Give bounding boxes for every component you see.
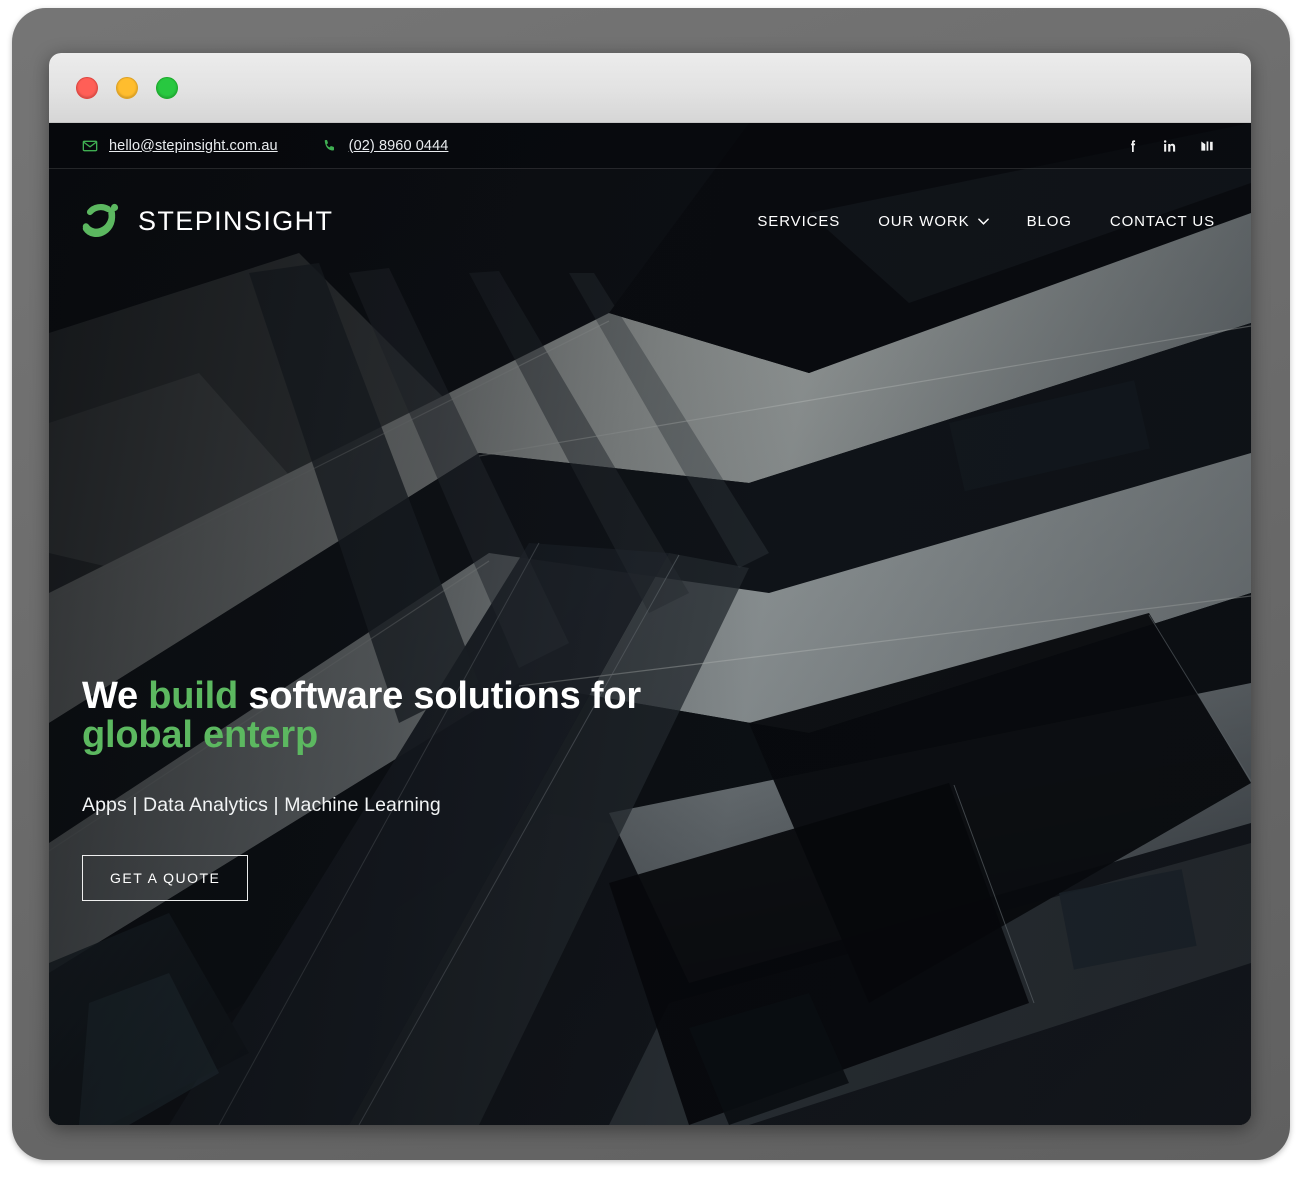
page-viewport: hello@stepinsight.com.au (02) 8960 0444 bbox=[49, 123, 1251, 1125]
nav-item-services-label: SERVICES bbox=[757, 212, 841, 230]
browser-window: hello@stepinsight.com.au (02) 8960 0444 bbox=[49, 53, 1251, 1125]
brand-name-text: STEPINSIGHT bbox=[138, 205, 334, 236]
facebook-icon bbox=[1131, 139, 1136, 152]
top-contact-bar: hello@stepinsight.com.au (02) 8960 0444 bbox=[49, 123, 1251, 169]
nav-item-our-work[interactable]: OUR WORK bbox=[859, 203, 1007, 240]
nav-item-contact-us[interactable]: CONTACT US bbox=[1091, 203, 1215, 240]
hero-subtitle: Apps | Data Analytics | Machine Learning bbox=[82, 794, 441, 817]
get-a-quote-button[interactable]: GET A QUOTE bbox=[82, 855, 249, 902]
chevron-down-icon bbox=[977, 217, 989, 225]
brand-logo-link[interactable]: STEPINSIGHT bbox=[82, 200, 333, 242]
linkedin-icon bbox=[1163, 139, 1176, 152]
contact-email-text: hello@stepinsight.com.au bbox=[109, 137, 278, 154]
maximize-button[interactable] bbox=[156, 76, 178, 99]
nav-item-blog[interactable]: BLOG bbox=[1008, 203, 1091, 240]
phone-icon bbox=[324, 139, 334, 151]
close-button[interactable] bbox=[76, 76, 98, 99]
contact-phone-text: (02) 8960 0444 bbox=[348, 137, 449, 154]
envelope-icon bbox=[82, 140, 98, 151]
hero-headline-accent1: build bbox=[148, 675, 239, 717]
hero-overlay-scrim bbox=[49, 123, 1251, 1125]
main-navigation-bar: STEPINSIGHT SERVICES OUR WORK BLOG CONTA… bbox=[49, 169, 1251, 273]
hero-headline-accent2: global enterp bbox=[82, 714, 318, 757]
facebook-link[interactable] bbox=[1125, 138, 1141, 154]
linkedin-link[interactable] bbox=[1162, 138, 1178, 154]
hero-content: We build software solutions for global e… bbox=[82, 675, 782, 902]
medium-link[interactable] bbox=[1199, 138, 1215, 154]
nav-item-blog-label: BLOG bbox=[1026, 212, 1072, 230]
nav-item-our-work-label: OUR WORK bbox=[878, 212, 970, 230]
medium-icon bbox=[1201, 140, 1213, 151]
social-links bbox=[1125, 138, 1215, 154]
hero-headline-part2: software solutions for bbox=[238, 675, 641, 717]
minimize-button[interactable] bbox=[116, 76, 138, 99]
stepinsight-logo-icon bbox=[82, 203, 119, 237]
window-titlebar bbox=[49, 53, 1251, 123]
nav-links: SERVICES OUR WORK BLOG CONTACT US bbox=[738, 203, 1215, 240]
contact-phone-link[interactable]: (02) 8960 0444 bbox=[322, 138, 449, 154]
hero-headline: We build software solutions for global e… bbox=[82, 675, 782, 757]
nav-item-contact-us-label: CONTACT US bbox=[1109, 212, 1215, 230]
contact-email-link[interactable]: hello@stepinsight.com.au bbox=[82, 138, 278, 154]
hero-headline-part1: We bbox=[82, 675, 149, 717]
nav-item-services[interactable]: SERVICES bbox=[738, 203, 859, 240]
